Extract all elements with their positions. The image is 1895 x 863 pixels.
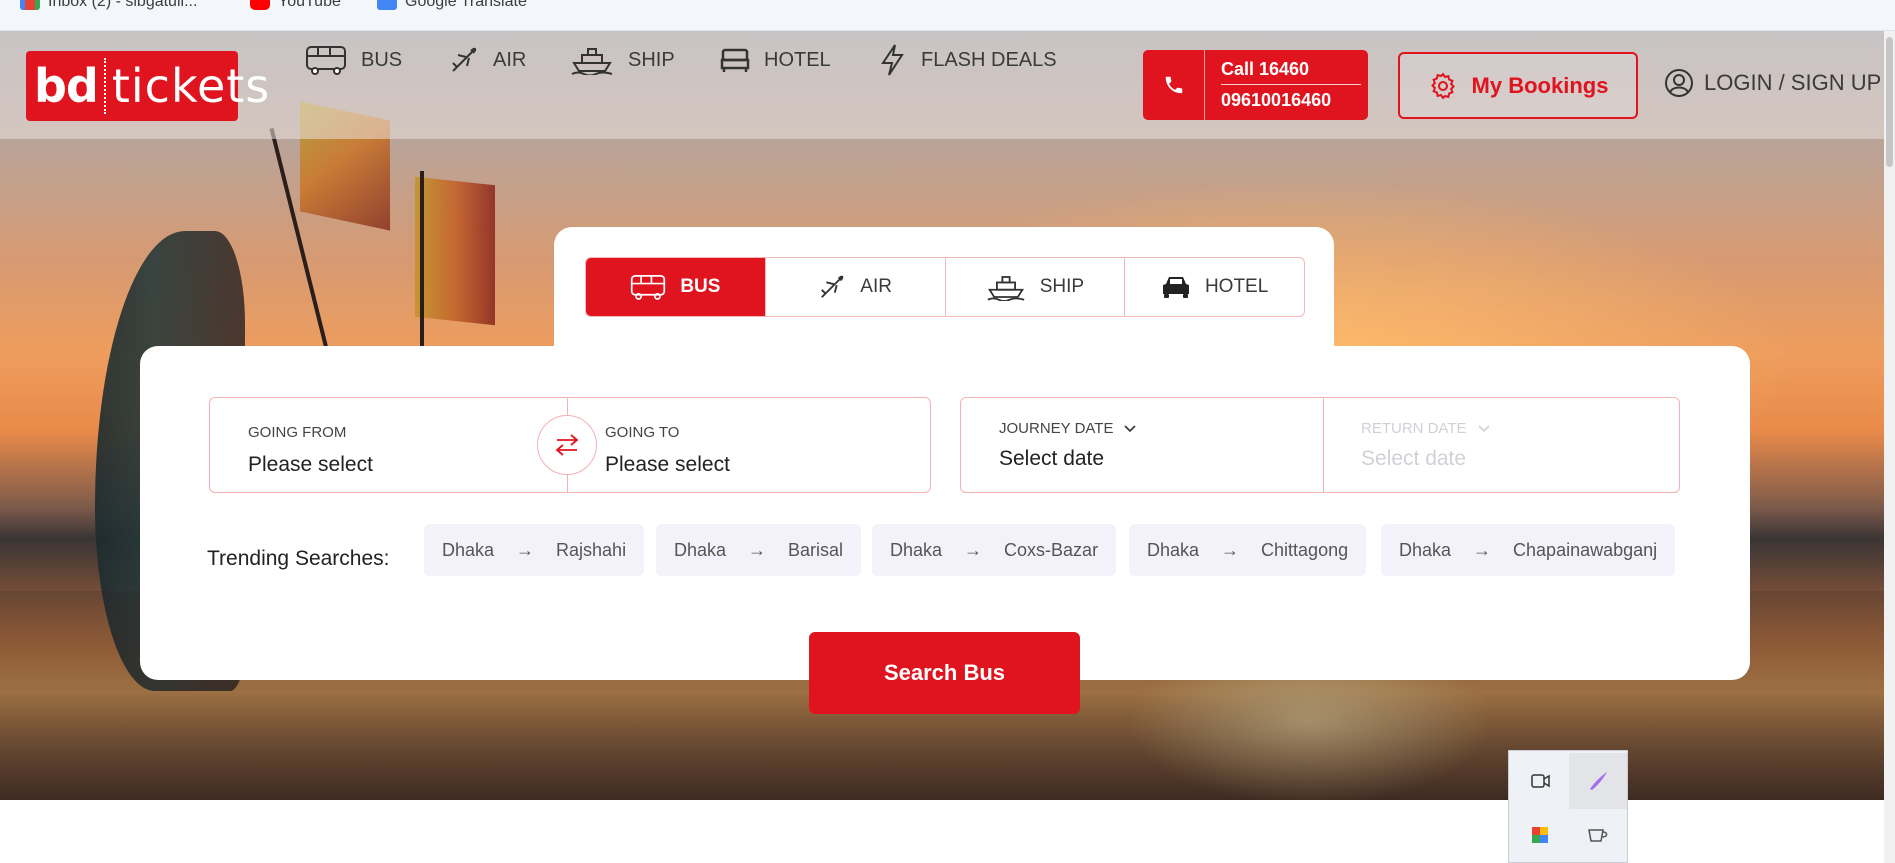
tab-ship-label: SHIP [1039,276,1085,297]
gmail-icon [20,0,40,10]
bookmark-label: YouTube [278,0,341,10]
bdtickets-logo[interactable]: bd tickets [26,51,269,121]
ship-icon [571,48,613,75]
arrow-right-icon: → [748,539,767,560]
chip-to: Chapainawabganj [1513,539,1658,560]
nav-bus[interactable]: BUS [305,41,402,79]
bed-icon [720,48,750,72]
gear-icon [1430,72,1455,99]
chip-to: Rajshahi [556,539,627,560]
trending-searches-label: Trending Searches: [207,547,390,570]
system-tray-popup [1508,750,1628,863]
nav-hotel-label: HOTEL [764,48,831,71]
color-palette-icon[interactable] [1511,807,1569,863]
trending-chip[interactable]: Dhaka → Rajshahi [424,524,645,576]
nav-hotel[interactable]: HOTEL [720,41,831,79]
youtube-icon [250,0,270,10]
going-to-value: Please select [605,453,730,476]
trending-chip[interactable]: Dhaka → Barisal [656,524,862,576]
ship-icon [987,276,1025,301]
call-line-1: Call 16460 [1221,59,1361,85]
login-label: LOGIN / SIGN UP [1704,70,1882,95]
nav-flash-deals-label: FLASH DEALS [921,48,1057,71]
scrollbar-thumb[interactable] [1886,37,1893,167]
arrow-right-icon: → [1221,539,1240,560]
nav-ship-label: SHIP [628,48,675,71]
car-icon [1162,277,1189,298]
bookmark-youtube[interactable]: YouTube [250,0,341,12]
return-date-field[interactable]: RETURN DATE Select date [1323,398,1679,492]
call-line-2: 09610016460 [1221,90,1332,110]
journey-date-field[interactable]: JOURNEY DATE Select date [961,398,1323,492]
call-hotline[interactable]: Call 16460 09610016460 [1143,50,1368,120]
nav-ship[interactable]: SHIP [570,41,675,79]
journey-date-value: Select date [999,447,1105,470]
logo-part-bd: bd [34,59,99,113]
chip-from: Dhaka [890,539,943,560]
chip-from: Dhaka [1147,539,1200,560]
trending-chip[interactable]: Dhaka → Chapainawabganj [1381,524,1676,576]
page-scrollbar[interactable] [1884,31,1895,863]
trending-chip[interactable]: Dhaka → Chittagong [1129,524,1367,576]
chip-to: Chittagong [1261,539,1349,560]
tab-air[interactable]: AIR [766,258,946,316]
nav-flash-deals[interactable]: FLASH DEALS [877,41,1057,79]
bookmark-gmail[interactable]: Inbox (2) - sibgatull... [20,0,197,12]
chip-to: Barisal [788,539,844,560]
tab-hotel-label: HOTEL [1204,276,1269,297]
bookmark-google-translate[interactable]: Google Translate [377,0,527,12]
logo-part-tickets: tickets [111,59,271,113]
bookmarks-bar: Inbox (2) - sibgatull... YouTube Google … [0,0,1895,31]
tab-air-label: AIR [860,276,892,297]
going-from-label: GOING FROM [248,424,347,441]
translate-icon [377,0,397,10]
bus-icon [306,46,346,75]
chip-from: Dhaka [674,539,727,560]
going-from-field[interactable]: GOING FROM Please select [210,398,567,492]
bus-icon [631,275,666,300]
arrow-right-icon: → [1473,539,1492,560]
chevron-down-icon [1477,424,1490,432]
login-signup-link[interactable]: LOGIN / SIGN UP [1664,68,1881,98]
tab-bus-label: BUS [680,276,721,297]
my-bookings-label: My Bookings [1471,72,1609,98]
chip-from: Dhaka [1399,539,1452,560]
plane-icon [452,47,477,72]
logo-separator [103,58,106,114]
arrow-right-icon: → [964,539,983,560]
nav-bus-label: BUS [361,48,403,71]
my-bookings-button[interactable]: My Bookings [1398,52,1638,119]
return-date-value: Select date [1361,447,1467,470]
phone-icon [1143,50,1205,120]
tab-ship[interactable]: SHIP [946,258,1126,316]
search-bus-button[interactable]: Search Bus [809,632,1080,714]
arrow-right-icon: → [516,539,535,560]
nav-air[interactable]: AIR [449,41,526,79]
tab-bus[interactable]: BUS [586,258,766,316]
plane-icon [821,275,844,298]
chip-from: Dhaka [442,539,495,560]
lightning-icon [881,44,904,76]
coffee-cup-icon[interactable] [1569,807,1627,863]
going-to-field[interactable]: GOING TO Please select [567,398,930,492]
tab-hotel[interactable]: HOTEL [1125,258,1304,316]
chip-to: Coxs-Bazar [1004,539,1099,560]
trending-chip[interactable]: Dhaka → Coxs-Bazar [872,524,1117,576]
flag-decoration [415,176,495,326]
search-panel: GOING FROM Please select GOING TO Please… [140,346,1750,680]
chevron-down-icon [1124,424,1137,432]
return-date-label: RETURN DATE [1361,420,1467,437]
nav-air-label: AIR [493,48,527,71]
going-to-label: GOING TO [605,424,680,441]
date-fields: JOURNEY DATE Select date RETURN DATE Sel… [960,397,1680,493]
pen-icon[interactable] [1569,753,1627,809]
journey-date-label: JOURNEY DATE [999,420,1114,437]
route-fields: GOING FROM Please select GOING TO Please… [209,397,931,493]
user-avatar-icon [1665,69,1693,97]
bookmark-label: Google Translate [405,0,527,10]
going-from-value: Please select [248,453,373,476]
search-tabs: BUS AIR SHIP HOTEL [585,257,1305,317]
meet-now-icon[interactable] [1511,753,1569,809]
bookmark-label: Inbox (2) - sibgatull... [48,0,198,10]
